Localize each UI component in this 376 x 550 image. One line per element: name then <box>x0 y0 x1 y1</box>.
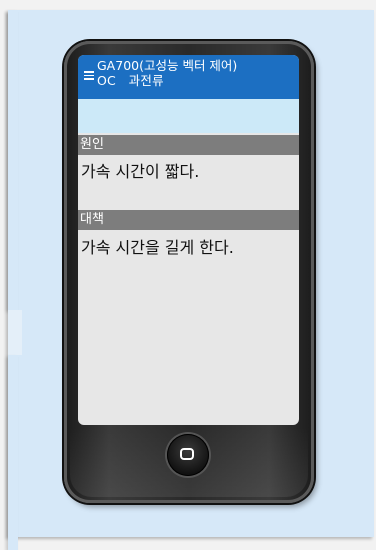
title-bar: GA700(고성능 벡터 제어) OC 과전류 <box>78 55 299 99</box>
highlight-row <box>78 99 299 133</box>
phone-screen: GA700(고성능 벡터 제어) OC 과전류 원인 가속 시간이 짧다. 대책… <box>78 55 299 425</box>
cause-header: 원인 <box>78 135 299 155</box>
phone-device: GA700(고성능 벡터 제어) OC 과전류 원인 가속 시간이 짧다. 대책… <box>64 41 314 503</box>
cause-text: 가속 시간이 짧다. <box>81 162 200 181</box>
remedy-header: 대책 <box>78 210 299 230</box>
remedy-text: 가속 시간을 길게 한다. <box>81 238 234 257</box>
home-button[interactable] <box>167 434 209 476</box>
side-notch <box>8 310 22 355</box>
home-button-icon <box>180 448 194 460</box>
side-tab-lower <box>8 355 18 550</box>
hamburger-menu-icon[interactable] <box>84 71 94 80</box>
error-code-title: OC 과전류 <box>97 73 164 88</box>
app-title: GA700(고성능 벡터 제어) <box>97 58 238 73</box>
side-tab-upper <box>8 10 18 310</box>
